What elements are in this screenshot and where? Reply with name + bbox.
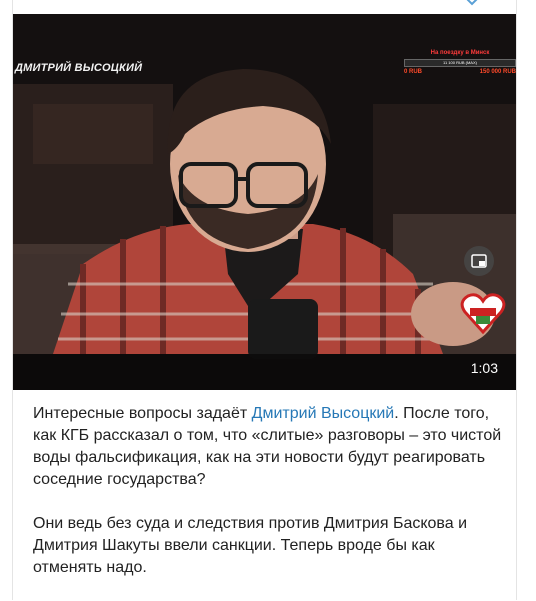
- post-paragraph-2: Они ведь без суда и следствия против Дми…: [33, 515, 468, 576]
- post-text-intro: Интересные вопросы задаёт: [33, 405, 252, 422]
- donation-goal-max: 150 000 RUB: [479, 69, 516, 75]
- donation-goal-bar-label: 11 100 RUB (MAX): [443, 60, 477, 65]
- picture-in-picture-button[interactable]: [464, 246, 494, 276]
- donation-goal-min: 0 RUB: [404, 69, 423, 75]
- video-player[interactable]: ДМИТРИЙ ВЫСОЦКИЙ На поездку в Минск 11 1…: [13, 14, 516, 390]
- chevron-icon[interactable]: [466, 0, 478, 6]
- post-text-period: .: [394, 405, 399, 422]
- post-paragraph-1: Интересные вопросы задаёт Дмитрий Высоцк…: [33, 403, 503, 491]
- message-card: ДМИТРИЙ ВЫСОЦКИЙ На поездку в Минск 11 1…: [12, 0, 517, 600]
- donation-goal-bar: 11 100 RUB (MAX): [404, 59, 516, 67]
- post-text: Интересные вопросы задаёт Дмитрий Высоцк…: [33, 403, 503, 601]
- heart-flag-badge-icon: [460, 293, 506, 335]
- author-mention-link[interactable]: Дмитрий Высоцкий: [252, 405, 395, 422]
- donation-goal-title: На поездку в Минск: [430, 50, 490, 56]
- video-duration: 1:03: [470, 360, 498, 376]
- streamer-name-overlay: ДМИТРИЙ ВЫСОЦКИЙ: [15, 62, 143, 74]
- picture-in-picture-icon: [471, 254, 487, 268]
- donation-goal-widget: На поездку в Минск 11 100 RUB (MAX) 0 RU…: [404, 50, 516, 75]
